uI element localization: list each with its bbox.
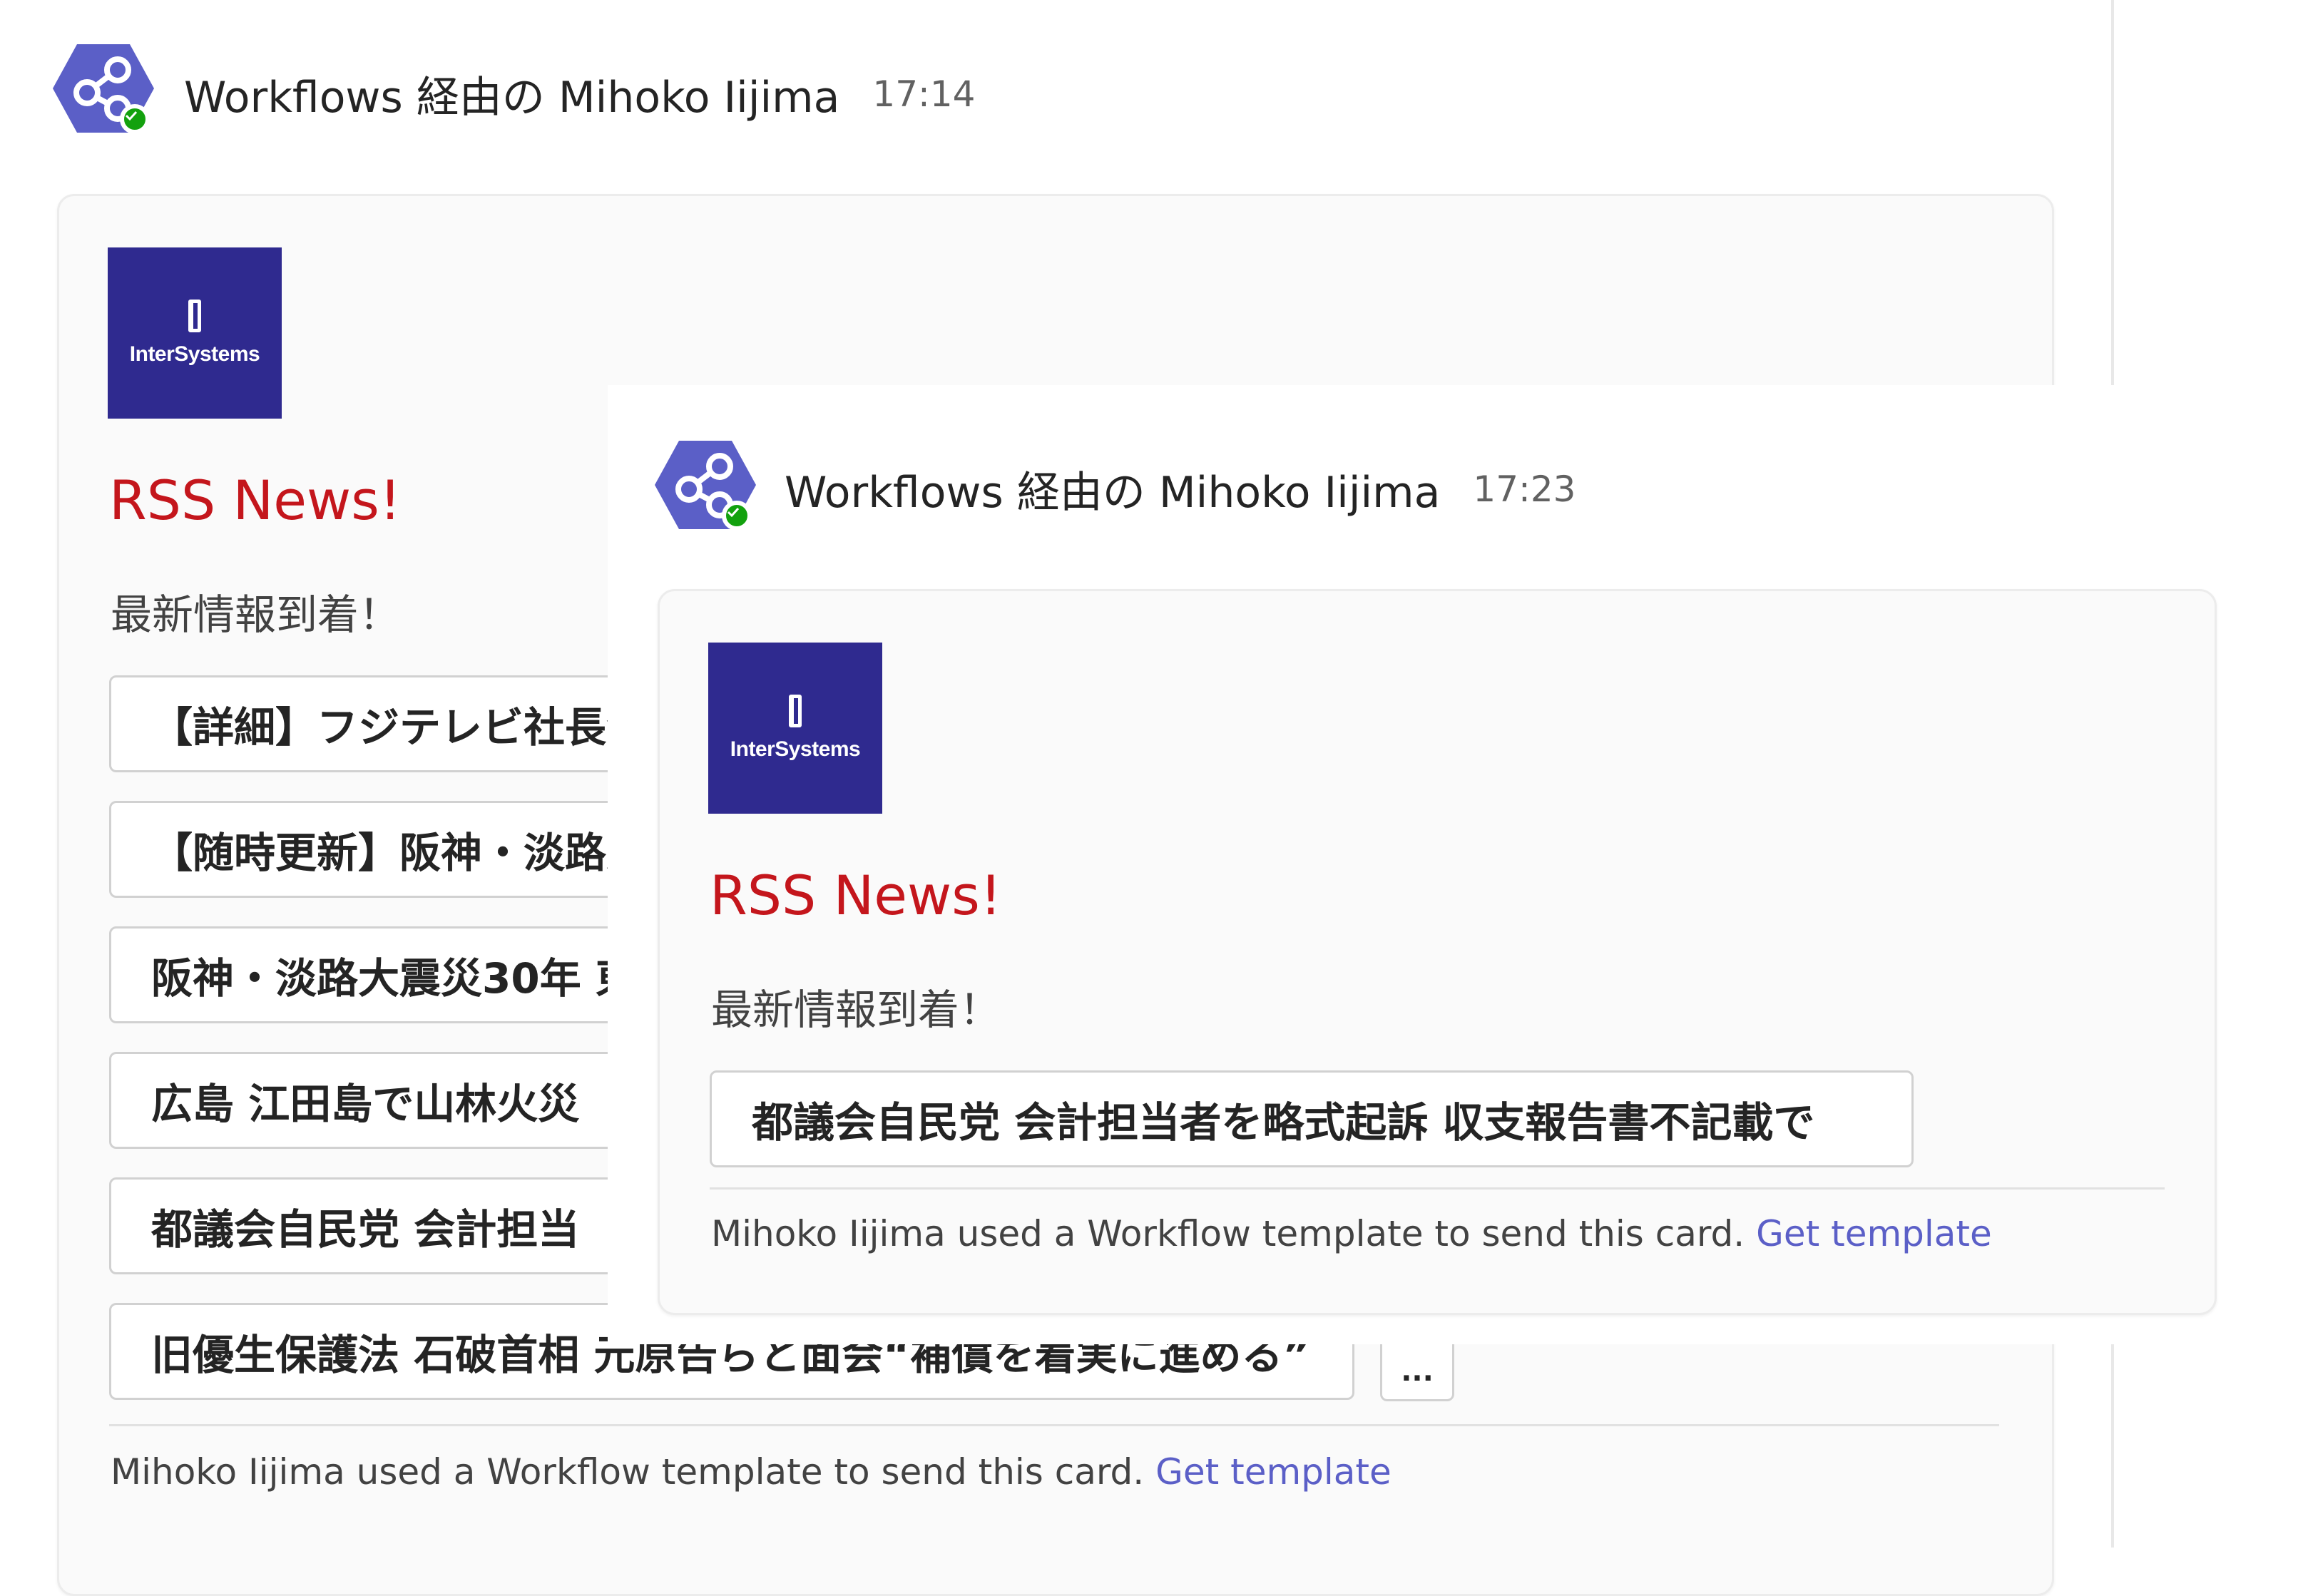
logo-text: InterSystems [730,737,861,761]
message-front: Workflows 経由の Mihoko Iijima 17:23 InterS… [608,385,2308,1344]
intersystems-mark-icon [789,695,802,727]
adaptive-card: InterSystems RSS News! 最新情報到着！ 都議会自民党 会計… [658,589,2217,1315]
card-footer: Mihoko Iijima used a Workflow template t… [711,1213,1992,1254]
sender-name[interactable]: Workflows 経由の Mihoko Iijima [184,63,839,125]
intersystems-logo: InterSystems [708,643,882,814]
get-template-link[interactable]: Get template [1756,1213,1992,1254]
intersystems-logo: InterSystems [108,247,282,419]
sender-name[interactable]: Workflows 経由の Mihoko Iijima [785,458,1440,520]
news-item-button[interactable]: 都議会自民党 会計担当者を略式起訴 収支報告書不記載で [710,1070,1914,1167]
footer-text: Mihoko Iijima used a Workflow template t… [111,1451,1145,1493]
workflows-avatar[interactable] [50,41,157,138]
footer-text: Mihoko Iijima used a Workflow template t… [711,1213,1745,1254]
timestamp[interactable]: 17:14 [872,73,975,115]
card-title: RSS News! [710,864,1002,927]
message-header: Workflows 経由の Mihoko Iijima 17:14 [184,63,976,125]
timestamp[interactable]: 17:23 [1473,469,1576,510]
card-subtitle: 最新情報到着！ [111,590,401,639]
card-divider [710,1187,2165,1190]
get-template-link[interactable]: Get template [1155,1451,1392,1493]
card-footer: Mihoko Iijima used a Workflow template t… [111,1451,1392,1493]
workflows-avatar[interactable] [652,438,759,535]
card-subtitle: 最新情報到着！ [711,986,1001,1034]
intersystems-mark-icon [188,300,201,332]
available-presence-icon [722,501,752,531]
card-title: RSS News! [109,469,402,532]
logo-text: InterSystems [129,342,260,366]
message-header: Workflows 経由の Mihoko Iijima 17:23 [785,458,1576,520]
available-presence-icon [120,104,150,134]
card-divider [109,1424,1999,1426]
